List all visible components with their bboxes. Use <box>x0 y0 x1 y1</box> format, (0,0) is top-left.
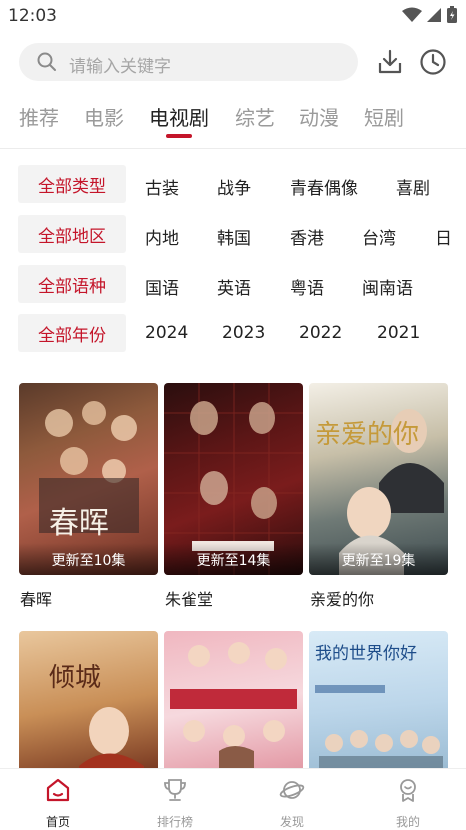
filter-option[interactable]: 韩国 <box>217 224 251 249</box>
show-poster[interactable]: 更新至14集 <box>164 383 303 575</box>
active-tab-indicator <box>166 134 192 138</box>
filter-option[interactable]: 台湾 <box>362 224 396 249</box>
status-icons <box>402 6 458 24</box>
home-icon <box>46 778 70 802</box>
filter-option[interactable]: 粤语 <box>290 274 324 299</box>
nav-discover[interactable]: 发现 <box>252 775 332 829</box>
show-title: 春晖 <box>20 590 53 609</box>
nav-ranking[interactable]: 排行榜 <box>135 775 215 829</box>
filter-chip-all-types[interactable]: 全部类型 <box>18 165 126 203</box>
filter-option[interactable]: 英语 <box>217 274 251 299</box>
filter-chip-all-regions[interactable]: 全部地区 <box>18 215 126 253</box>
user-icon <box>400 779 416 802</box>
filter-option[interactable]: 闽南语 <box>362 274 413 299</box>
bottom-navigation: 首页 排行榜 发现 我的 <box>0 768 466 830</box>
nav-label: 发现 <box>279 815 304 829</box>
poster-title-art: 亲爱的你 <box>315 420 419 450</box>
history-clock-icon[interactable] <box>417 46 449 78</box>
filter-option[interactable]: 2023 <box>222 323 265 343</box>
episode-badge: 更新至10集 <box>19 543 158 575</box>
status-bar: 12:03 <box>0 0 466 32</box>
status-time: 12:03 <box>8 6 57 26</box>
tab-anime[interactable]: 动漫 <box>299 102 339 131</box>
filter-row-type: 全部类型 古装 战争 青春偶像 喜剧 <box>0 165 466 203</box>
tab-tv-series[interactable]: 电视剧 <box>149 102 209 131</box>
wifi-icon <box>402 7 422 22</box>
search-icon <box>37 52 56 71</box>
filter-option[interactable]: 2022 <box>299 323 342 343</box>
filter-option[interactable]: 香港 <box>290 224 324 249</box>
download-icon[interactable] <box>374 46 406 78</box>
filter-option[interactable]: 2024 <box>145 323 188 343</box>
filter-option[interactable]: 青春偶像 <box>290 174 358 199</box>
tab-short-drama[interactable]: 短剧 <box>364 102 404 131</box>
filter-option[interactable]: 内地 <box>145 224 179 249</box>
search-placeholder: 请输入关键字 <box>69 57 171 77</box>
filter-chip-all-languages[interactable]: 全部语种 <box>18 265 126 303</box>
planet-icon <box>279 781 305 799</box>
filter-option[interactable]: 战争 <box>217 174 251 199</box>
nav-label: 我的 <box>395 815 420 829</box>
episode-badge: 更新至14集 <box>164 543 303 575</box>
filter-option[interactable]: 2021 <box>377 323 420 343</box>
nav-home[interactable]: 首页 <box>18 775 98 829</box>
filter-option[interactable]: 古装 <box>145 174 179 199</box>
category-tabs: 推荐 电影 电视剧 综艺 动漫 短剧 <box>0 98 466 140</box>
nav-label: 首页 <box>45 815 70 829</box>
show-title: 朱雀堂 <box>165 590 214 609</box>
show-poster[interactable]: 亲爱的你 更新至19集 <box>309 383 448 575</box>
filter-row-year: 全部年份 2024 2023 2022 2021 <box>0 314 466 352</box>
tab-movie[interactable]: 电影 <box>84 102 124 131</box>
filter-row-language: 全部语种 国语 英语 粤语 闽南语 <box>0 265 466 303</box>
poster-title-art: 倾城 <box>49 663 101 693</box>
show-poster[interactable]: 春晖 更新至10集 <box>19 383 158 575</box>
poster-title-art: 春晖 <box>49 506 109 541</box>
filter-option[interactable]: 国语 <box>145 274 179 299</box>
nav-profile[interactable]: 我的 <box>368 775 448 829</box>
tab-variety[interactable]: 综艺 <box>235 102 275 131</box>
nav-label: 排行榜 <box>156 815 193 829</box>
search-input[interactable]: 请输入关键字 <box>19 43 358 81</box>
trophy-icon <box>164 779 186 801</box>
episode-badge: 更新至19集 <box>309 543 448 575</box>
filter-row-region: 全部地区 内地 韩国 香港 台湾 日 <box>0 215 466 253</box>
tab-recommend[interactable]: 推荐 <box>19 102 59 131</box>
battery-icon <box>447 6 457 23</box>
filter-option[interactable]: 喜剧 <box>396 174 430 199</box>
signal-icon <box>427 8 441 22</box>
show-title: 亲爱的你 <box>310 590 375 609</box>
poster-title-art: 我的世界你好 <box>315 644 417 664</box>
filter-chip-all-years[interactable]: 全部年份 <box>18 314 126 352</box>
divider <box>0 148 466 149</box>
filter-option[interactable]: 日 <box>435 224 452 249</box>
